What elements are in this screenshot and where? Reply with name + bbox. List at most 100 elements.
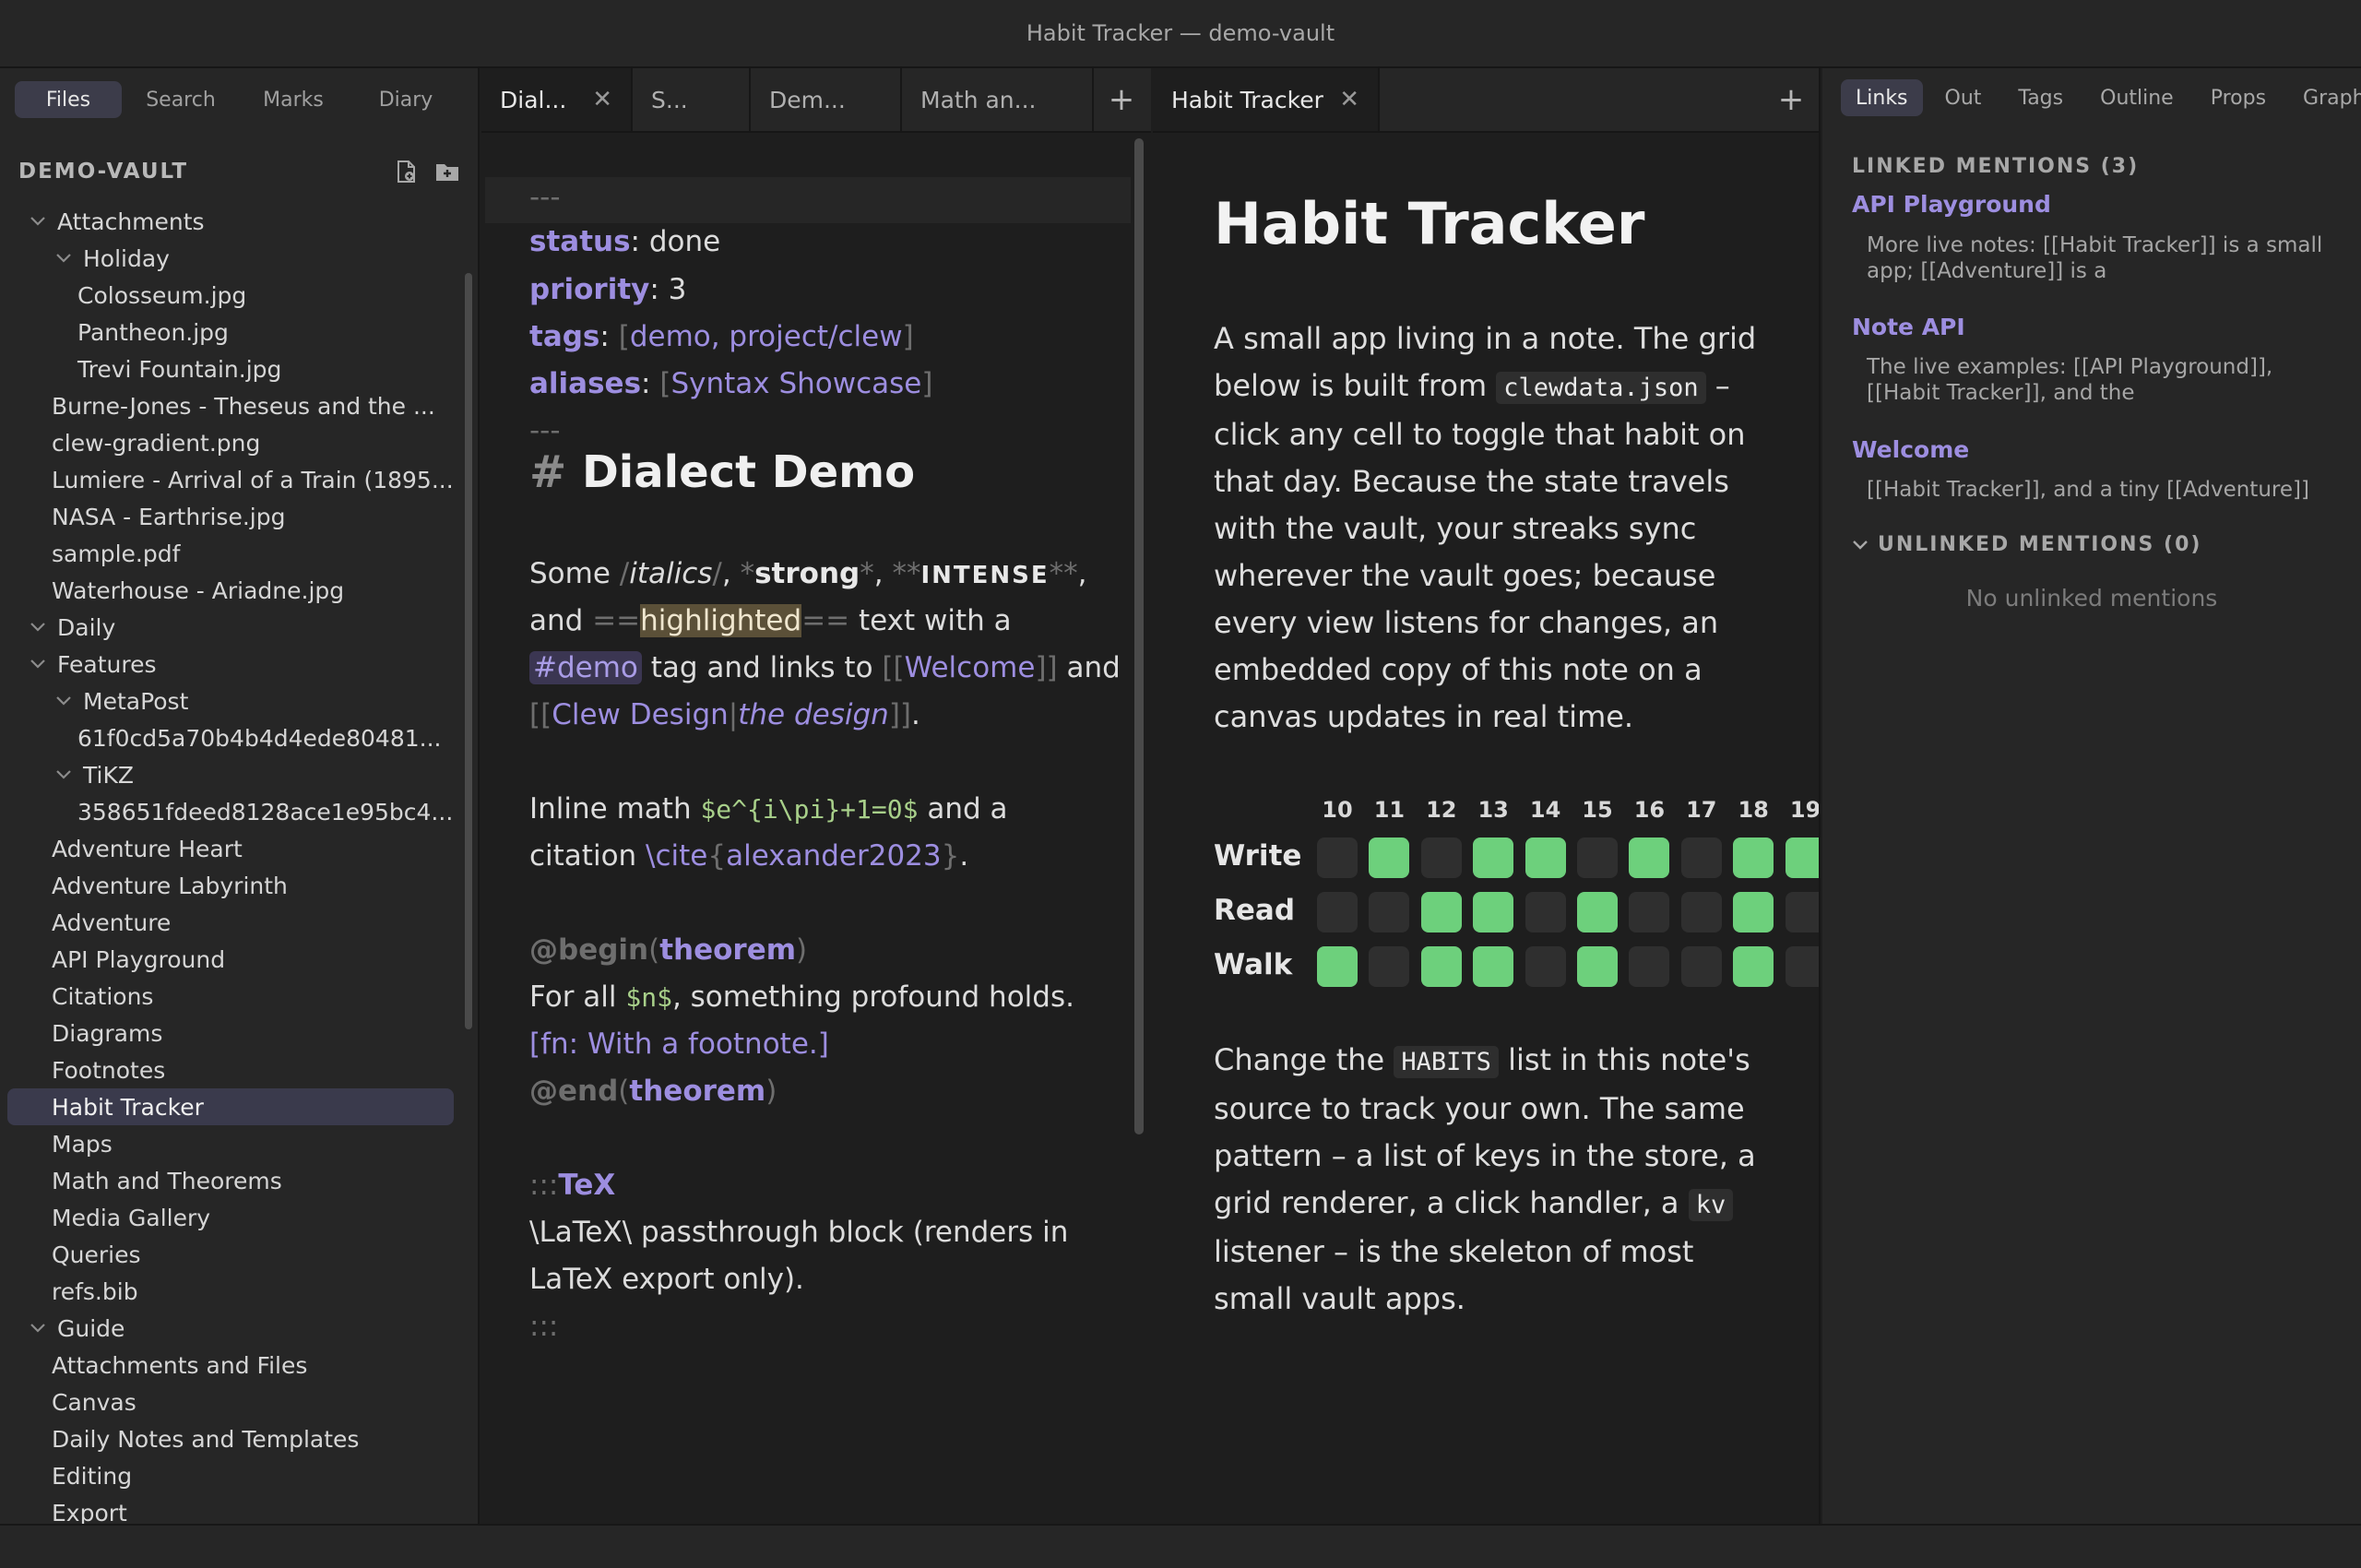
habit-cell[interactable] xyxy=(1733,946,1774,987)
new-note-icon[interactable] xyxy=(393,158,421,185)
habit-cell[interactable] xyxy=(1785,837,1819,878)
habit-cell[interactable] xyxy=(1680,837,1722,878)
tree-file[interactable]: refs.bib xyxy=(7,1273,454,1310)
habit-cell[interactable] xyxy=(1317,892,1358,932)
habit-cell[interactable] xyxy=(1369,946,1410,987)
tree-file[interactable]: Adventure Heart xyxy=(7,830,454,867)
tree-file[interactable]: 358651fdeed8128ace1e95bc4... xyxy=(7,793,454,830)
tree-folder[interactable]: MetaPost xyxy=(7,683,454,719)
tab-files[interactable]: Files xyxy=(15,81,122,118)
habit-cell[interactable] xyxy=(1680,946,1722,987)
tab-diary[interactable]: Diary xyxy=(352,81,459,118)
new-tab-button[interactable]: + xyxy=(1094,68,1149,131)
mention-link-note-api[interactable]: Note API xyxy=(1852,314,1965,340)
tree-file[interactable]: Waterhouse - Ariadne.jpg xyxy=(7,572,454,609)
chevron-down-icon[interactable] xyxy=(28,1323,48,1334)
tab-math[interactable]: Math an... xyxy=(902,68,1094,131)
tab-marks[interactable]: Marks xyxy=(240,81,347,118)
habit-cell[interactable] xyxy=(1680,892,1722,932)
tree-folder[interactable]: Attachments xyxy=(7,203,454,240)
habit-cell[interactable] xyxy=(1473,946,1514,987)
tree-file[interactable]: Maps xyxy=(7,1125,454,1162)
chevron-down-icon[interactable] xyxy=(53,769,74,780)
tree-file[interactable]: Canvas xyxy=(7,1384,454,1420)
wikilink-welcome[interactable]: Welcome xyxy=(905,651,1036,684)
tree-file[interactable]: Citations xyxy=(7,978,454,1015)
chevron-down-icon[interactable] xyxy=(28,622,48,633)
tree-file[interactable]: Queries xyxy=(7,1236,454,1273)
chevron-down-icon[interactable] xyxy=(53,695,74,707)
tree-file[interactable]: Pantheon.jpg xyxy=(7,314,454,350)
tree-file[interactable]: 61f0cd5a70b4b4d4ede80481... xyxy=(7,719,454,756)
habit-cell[interactable] xyxy=(1317,946,1358,987)
tab-s[interactable]: S... xyxy=(633,68,751,131)
habit-cell[interactable] xyxy=(1577,892,1618,932)
tag-demo[interactable]: #demo xyxy=(529,651,642,684)
tab-props[interactable]: Props xyxy=(2196,79,2281,116)
habit-cell[interactable] xyxy=(1629,837,1670,878)
citation-key[interactable]: alexander2023 xyxy=(726,839,942,873)
tree-file[interactable]: Lumiere - Arrival of a Train (1895... xyxy=(7,461,454,498)
habit-cell[interactable] xyxy=(1420,946,1462,987)
tree-file[interactable]: clew-gradient.png xyxy=(7,424,454,461)
habit-cell[interactable] xyxy=(1525,946,1566,987)
chevron-down-icon[interactable] xyxy=(28,216,48,227)
habit-cell[interactable] xyxy=(1369,892,1410,932)
tab-search[interactable]: Search xyxy=(127,81,234,118)
tree-folder[interactable]: Guide xyxy=(7,1310,454,1347)
tree-file[interactable]: Adventure Labyrinth xyxy=(7,867,454,904)
habit-cell[interactable] xyxy=(1473,837,1514,878)
tree-folder[interactable]: Features xyxy=(7,646,454,683)
tree-file[interactable]: Export xyxy=(7,1494,454,1525)
tab-dialect-demo[interactable]: Dial... ✕ xyxy=(481,68,633,131)
tree-file[interactable]: Daily Notes and Templates xyxy=(7,1420,454,1457)
habit-cell[interactable] xyxy=(1317,837,1358,878)
tab-dem[interactable]: Dem... xyxy=(751,68,902,131)
unlinked-mentions-header[interactable]: UNLINKED MENTIONS (0) xyxy=(1852,533,2201,556)
habit-cell[interactable] xyxy=(1785,946,1819,987)
tree-folder[interactable]: TiKZ xyxy=(7,756,454,793)
habit-cell[interactable] xyxy=(1369,837,1410,878)
tree-file[interactable]: Editing xyxy=(7,1457,454,1494)
tree-file[interactable]: NASA - Earthrise.jpg xyxy=(7,498,454,535)
tab-graph[interactable]: Graph xyxy=(2288,79,2361,116)
habit-cell[interactable] xyxy=(1733,837,1774,878)
tab-links[interactable]: Links xyxy=(1841,79,1923,116)
tree-file[interactable]: Attachments and Files xyxy=(7,1347,454,1384)
habit-cell[interactable] xyxy=(1420,892,1462,932)
tree-file[interactable]: Math and Theorems xyxy=(7,1162,454,1199)
tree-file[interactable]: Media Gallery xyxy=(7,1199,454,1236)
new-folder-icon[interactable] xyxy=(433,158,461,185)
wikilink-clew-design[interactable]: Clew Design xyxy=(552,698,729,731)
habit-cell[interactable] xyxy=(1577,837,1618,878)
tree-file[interactable]: Footnotes xyxy=(7,1051,454,1088)
tree-file[interactable]: Adventure xyxy=(7,904,454,941)
habit-cell[interactable] xyxy=(1629,892,1670,932)
sidebar-scrollbar[interactable] xyxy=(465,273,472,1029)
tree-folder[interactable]: Holiday xyxy=(7,240,454,277)
mention-link-welcome[interactable]: Welcome xyxy=(1852,436,1969,463)
editor-scrollbar[interactable] xyxy=(1134,138,1144,1134)
tree-file[interactable]: Habit Tracker xyxy=(7,1088,454,1125)
tree-file[interactable]: Colosseum.jpg xyxy=(7,277,454,314)
habit-cell[interactable] xyxy=(1629,946,1670,987)
tree-file[interactable]: Diagrams xyxy=(7,1015,454,1051)
tab-out[interactable]: Out xyxy=(1930,79,1997,116)
habit-cell[interactable] xyxy=(1473,892,1514,932)
tab-tags[interactable]: Tags xyxy=(2003,79,2078,116)
tree-file[interactable]: API Playground xyxy=(7,941,454,978)
close-icon[interactable]: ✕ xyxy=(579,86,612,113)
close-icon[interactable]: ✕ xyxy=(1326,86,1359,113)
tab-outline[interactable]: Outline xyxy=(2085,79,2189,116)
chevron-down-icon[interactable] xyxy=(53,253,74,264)
tree-file[interactable]: Trevi Fountain.jpg xyxy=(7,350,454,387)
new-tab-button[interactable]: + xyxy=(1763,68,1819,131)
habit-cell[interactable] xyxy=(1785,892,1819,932)
habit-cell[interactable] xyxy=(1525,837,1566,878)
chevron-down-icon[interactable] xyxy=(28,659,48,670)
mention-link-api-playground[interactable]: API Playground xyxy=(1852,191,2051,218)
tree-file[interactable]: Burne-Jones - Theseus and the ... xyxy=(7,387,454,424)
tab-habit-tracker[interactable]: Habit Tracker ✕ xyxy=(1153,68,1380,131)
habit-cell[interactable] xyxy=(1733,892,1774,932)
habit-cell[interactable] xyxy=(1525,892,1566,932)
